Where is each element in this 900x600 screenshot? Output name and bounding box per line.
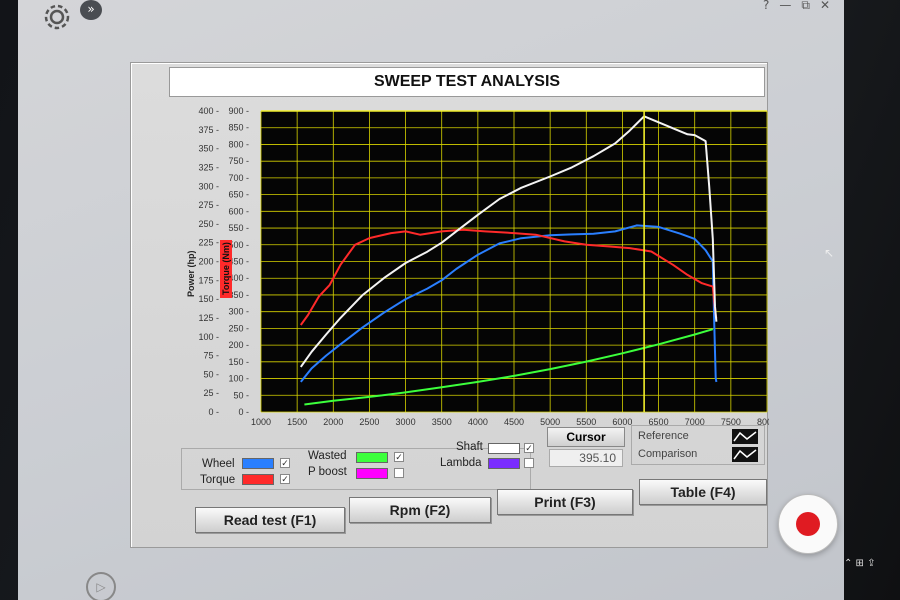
power-tick-label: 275 - xyxy=(198,200,219,210)
print-button[interactable]: Print (F3) xyxy=(497,489,633,515)
reference-wave-icon[interactable] xyxy=(732,429,758,444)
legend-torque-label: Torque xyxy=(200,474,236,486)
legend-lambda-label: Lambda xyxy=(440,457,482,469)
cursor-value: 395.10 xyxy=(549,449,623,467)
double-chevron-icon[interactable]: » xyxy=(80,0,102,20)
power-tick-label: 375 - xyxy=(198,125,219,135)
torque-tick-label: 650 - xyxy=(228,190,249,200)
power-tick-label: 300 - xyxy=(198,181,219,191)
x-tick-label: 2000 xyxy=(323,417,343,427)
legend-torque-checkbox[interactable]: ✓ xyxy=(280,474,290,484)
x-tick-label: 5000 xyxy=(540,417,560,427)
mouse-pointer-icon: ↖ xyxy=(824,246,835,260)
torque-tick-label: 150 - xyxy=(228,357,249,367)
torque-tick-label: 300 - xyxy=(228,307,249,317)
legend-wheel-swatch[interactable] xyxy=(242,458,274,469)
restore-button[interactable]: ⧉ xyxy=(801,0,820,12)
cursor-button[interactable]: Cursor xyxy=(547,427,625,447)
legend-torque-swatch[interactable] xyxy=(242,474,274,485)
torque-tick-label: 100 - xyxy=(228,374,249,384)
x-tick-label: 2500 xyxy=(359,417,379,427)
app-window: » ?—⧉✕ SWEEP TEST ANALYSIS 1000 1500 2000 2… xyxy=(18,0,844,600)
power-tick-label: 325 - xyxy=(198,162,219,172)
legend-lambda-swatch[interactable] xyxy=(488,458,520,469)
comparison-wave-icon[interactable] xyxy=(732,447,758,462)
power-tick-label: 400 - xyxy=(198,106,219,116)
legend-lambda-checkbox[interactable] xyxy=(524,458,534,468)
legend: Wheel ✓ Torque ✓ Wasted ✓ P boost Shaft … xyxy=(181,441,534,490)
torque-tick-label: 750 - xyxy=(228,156,249,166)
analysis-panel: SWEEP TEST ANALYSIS 1000 1500 2000 2500 3000… xyxy=(130,62,769,548)
x-tick-label: 5500 xyxy=(576,417,596,427)
power-tick-label: 350 - xyxy=(198,144,219,154)
legend-pboost-label: P boost xyxy=(308,466,347,478)
window-controls: ?—⧉✕ xyxy=(763,0,840,13)
x-tick-label: 3500 xyxy=(432,417,452,427)
x-tick-label: 3000 xyxy=(396,417,416,427)
legend-shaft-checkbox[interactable]: ✓ xyxy=(524,443,534,453)
power-tick-label: 250 - xyxy=(198,219,219,229)
torque-tick-label: 250 - xyxy=(228,323,249,333)
power-tick-label: 225 - xyxy=(198,238,219,248)
x-tick-label: 1500 xyxy=(287,417,307,427)
x-tick-label: 4000 xyxy=(468,417,488,427)
system-tray: ⌃ ⊞ ⇪ xyxy=(844,558,876,569)
torque-tick-label: 200 - xyxy=(228,340,249,350)
power-tick-label: 150 - xyxy=(198,294,219,304)
legend-shaft-label: Shaft xyxy=(456,441,483,453)
legend-wheel-checkbox[interactable]: ✓ xyxy=(280,458,290,468)
torque-tick-label: 900 - xyxy=(228,106,249,116)
power-tick-label: 200 - xyxy=(198,257,219,267)
record-icon xyxy=(796,512,820,536)
legend-pboost-checkbox[interactable] xyxy=(394,468,404,478)
legend-wasted-swatch[interactable] xyxy=(356,452,388,463)
legend-wasted-checkbox[interactable]: ✓ xyxy=(394,452,404,462)
play-icon[interactable]: ▷ xyxy=(86,572,116,600)
power-tick-label: 0 - xyxy=(208,407,219,417)
gear-icon[interactable] xyxy=(38,0,76,34)
torque-axis-label: Torque (Nm) xyxy=(221,242,231,295)
minimize-button[interactable]: — xyxy=(779,0,801,12)
legend-wheel-label: Wheel xyxy=(202,458,235,470)
reference-box: Reference Comparison xyxy=(631,425,765,465)
legend-pboost-swatch[interactable] xyxy=(356,468,388,479)
torque-tick-label: 50 - xyxy=(233,390,249,400)
power-tick-label: 125 - xyxy=(198,313,219,323)
table-button[interactable]: Table (F4) xyxy=(639,479,767,505)
power-tick-label: 25 - xyxy=(203,388,219,398)
x-tick-label: 1000 xyxy=(251,417,271,427)
torque-tick-label: 600 - xyxy=(228,206,249,216)
legend-wasted-label: Wasted xyxy=(308,450,347,462)
torque-tick-label: 700 - xyxy=(228,173,249,183)
comparison-label: Comparison xyxy=(638,448,698,460)
help-button[interactable]: ? xyxy=(763,0,779,12)
sweep-chart: 1000 1500 2000 2500 3000 3500 4000 4500 5000 5500… xyxy=(186,106,769,427)
torque-tick-label: 850 - xyxy=(228,123,249,133)
record-button[interactable] xyxy=(778,494,838,554)
x-tick-label: 4500 xyxy=(504,417,524,427)
power-tick-label: 100 - xyxy=(198,332,219,342)
torque-tick-label: 550 - xyxy=(228,223,249,233)
power-tick-label: 175 - xyxy=(198,275,219,285)
rpm-button[interactable]: Rpm (F2) xyxy=(349,497,491,523)
reference-label: Reference xyxy=(638,430,689,442)
power-tick-label: 75 - xyxy=(203,351,219,361)
power-tick-label: 50 - xyxy=(203,369,219,379)
torque-tick-label: 800 - xyxy=(228,139,249,149)
close-button[interactable]: ✕ xyxy=(820,0,840,12)
x-tick-label: 6000 xyxy=(612,417,632,427)
torque-tick-label: 0 - xyxy=(238,407,249,417)
legend-shaft-swatch[interactable] xyxy=(488,443,520,454)
power-axis-label: Power (hp) xyxy=(186,250,196,297)
page-title: SWEEP TEST ANALYSIS xyxy=(169,67,765,97)
read-test-button[interactable]: Read test (F1) xyxy=(195,507,345,533)
